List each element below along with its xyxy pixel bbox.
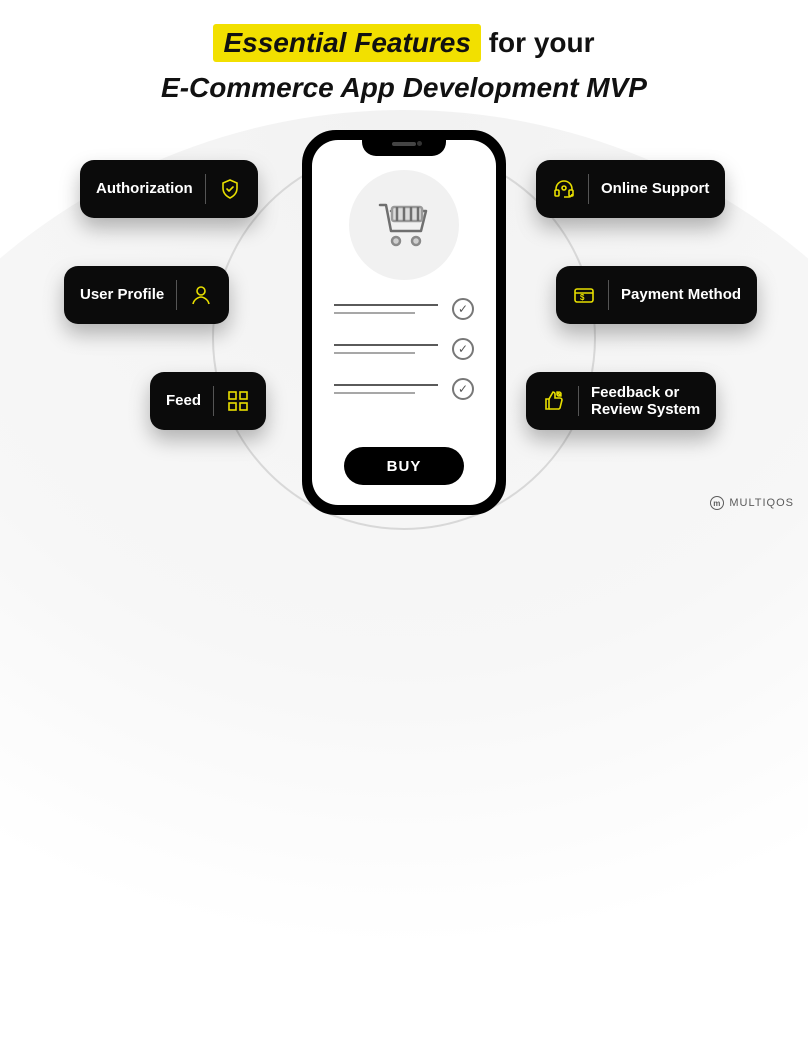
title-subline: E-Commerce App Development MVP [0, 72, 808, 104]
grid-icon [226, 389, 250, 413]
list-item: ✓ [334, 378, 474, 400]
headset-icon [552, 177, 576, 201]
brand-name: MULTIQOS [729, 497, 794, 509]
feature-online-support: Online Support [536, 160, 725, 218]
feature-label: Online Support [601, 180, 709, 197]
feature-feed: Feed [150, 372, 266, 430]
list-item: ✓ [334, 338, 474, 360]
feature-label: Payment Method [621, 286, 741, 303]
pill-divider [578, 386, 579, 416]
feature-label: Authorization [96, 180, 193, 197]
pill-divider [588, 174, 589, 204]
pill-divider [608, 280, 609, 310]
cart-circle [349, 170, 459, 280]
thumbs-up-icon [542, 389, 566, 413]
wallet-icon: $ [572, 283, 596, 307]
check-icon: ✓ [452, 378, 474, 400]
feature-authorization: Authorization [80, 160, 258, 218]
svg-text:$: $ [580, 293, 585, 302]
shield-check-icon [218, 177, 242, 201]
pill-divider [205, 174, 206, 204]
pill-divider [213, 386, 214, 416]
pill-divider [176, 280, 177, 310]
phone-camera [417, 141, 422, 146]
list-item: ✓ [334, 298, 474, 320]
check-icon: ✓ [452, 298, 474, 320]
phone-screen: ✓ ✓ ✓ BUY [312, 140, 496, 505]
phone-notch [362, 134, 446, 156]
title-rest-text: for your [489, 27, 595, 58]
page-title: Essential Features for your E-Commerce A… [0, 24, 808, 104]
phone-speaker [392, 142, 416, 146]
feature-user-profile: User Profile [64, 266, 229, 324]
feature-label: Feed [166, 392, 201, 409]
feature-label: User Profile [80, 286, 164, 303]
brand-logo-icon: m [710, 496, 724, 510]
cart-icon [372, 191, 436, 260]
user-icon [189, 283, 213, 307]
buy-button[interactable]: BUY [344, 447, 464, 485]
feature-feedback: Feedback or Review System [526, 372, 716, 430]
phone-mock: ✓ ✓ ✓ BUY [302, 130, 506, 515]
feature-payment-method: $ Payment Method [556, 266, 757, 324]
check-icon: ✓ [452, 338, 474, 360]
feature-label: Feedback or Review System [591, 384, 700, 419]
brand-watermark: m MULTIQOS [710, 496, 794, 510]
list-rows: ✓ ✓ ✓ [334, 298, 474, 418]
title-highlight: Essential Features [213, 24, 480, 62]
